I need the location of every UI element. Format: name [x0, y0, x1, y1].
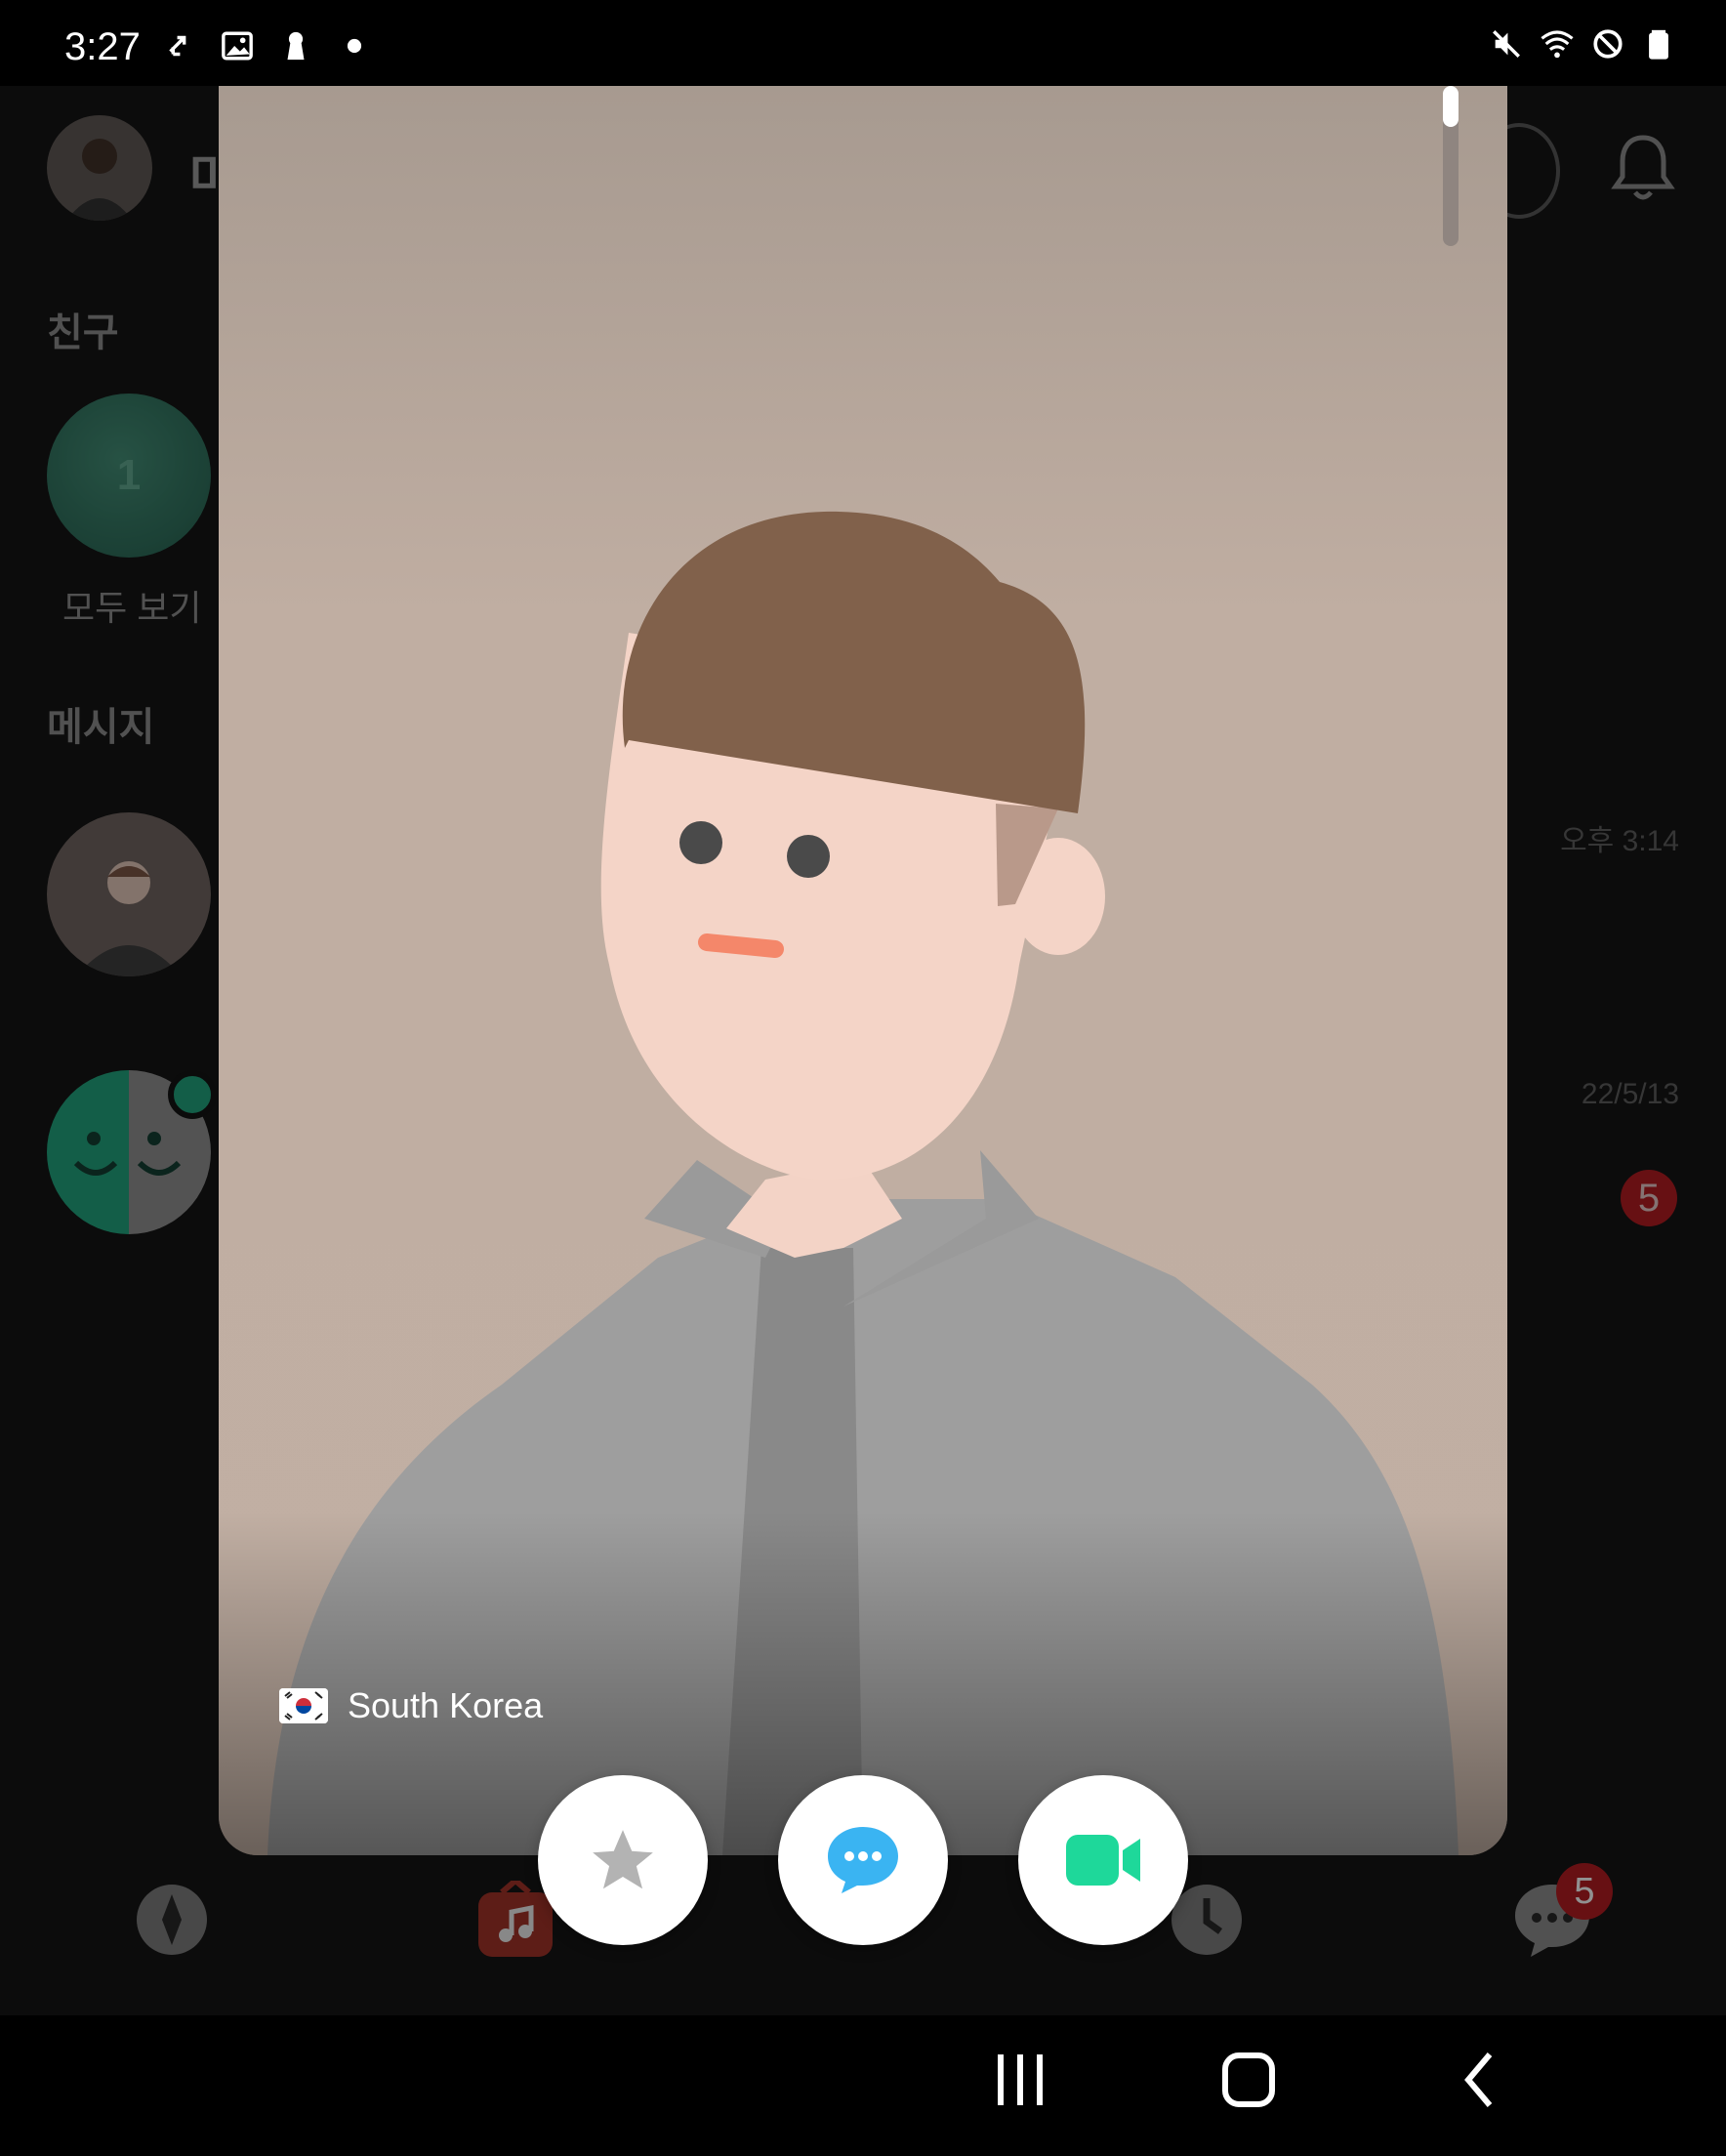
bell-icon[interactable] [1611, 132, 1675, 202]
battery-icon [1649, 29, 1668, 60]
chat-badge: 5 [1556, 1863, 1613, 1920]
explore-icon[interactable] [133, 1881, 211, 1959]
country-tag: South Korea [279, 1685, 543, 1726]
image-icon [222, 31, 253, 61]
home-button[interactable] [1222, 2045, 1275, 2115]
country-label: South Korea [348, 1685, 544, 1725]
message-time: 오후 3:14 [1560, 825, 1679, 857]
dot-icon [347, 38, 362, 54]
star-icon [593, 1830, 653, 1889]
unread-badge: 5 [1621, 1170, 1677, 1226]
online-indicator [168, 1070, 217, 1119]
profile-card[interactable]: South Korea [219, 86, 1507, 1855]
profile-illustration [219, 511, 1507, 1855]
chat-button[interactable] [778, 1775, 948, 1945]
video-call-icon [1066, 1835, 1140, 1886]
status-right-icons [1490, 27, 1675, 61]
system-navigation-bar [0, 2015, 1726, 2156]
music-tv-icon[interactable] [476, 1881, 555, 1959]
messages-section-label: 메시지 [47, 706, 155, 749]
all-view-label: 모두 보기 [62, 588, 202, 628]
my-avatar[interactable] [47, 115, 152, 221]
scroll-thumb[interactable] [1443, 86, 1459, 127]
sync-icon [169, 35, 186, 57]
south-korea-flag-icon [279, 1688, 328, 1723]
status-left-icons [162, 29, 371, 62]
block-icon [1593, 29, 1623, 59]
video-call-button[interactable] [1018, 1775, 1188, 1945]
friends-count: 1 [116, 451, 142, 499]
back-button[interactable] [1459, 2045, 1500, 2115]
wifi-icon [1541, 30, 1574, 59]
message-avatar[interactable] [47, 812, 211, 976]
status-bar: 3:27 [0, 0, 1726, 86]
status-time: 3:27 [64, 25, 141, 68]
favorite-button[interactable] [538, 1775, 708, 1945]
mute-icon [1493, 30, 1520, 58]
friends-section-label: 친구 [47, 311, 119, 354]
keyhole-icon [287, 31, 305, 61]
recent-apps-button[interactable] [994, 2045, 1047, 2115]
message-time: 22/5/13 [1581, 1078, 1679, 1110]
friends-all-button[interactable]: 1 [47, 394, 211, 558]
chat-icon [828, 1827, 898, 1893]
